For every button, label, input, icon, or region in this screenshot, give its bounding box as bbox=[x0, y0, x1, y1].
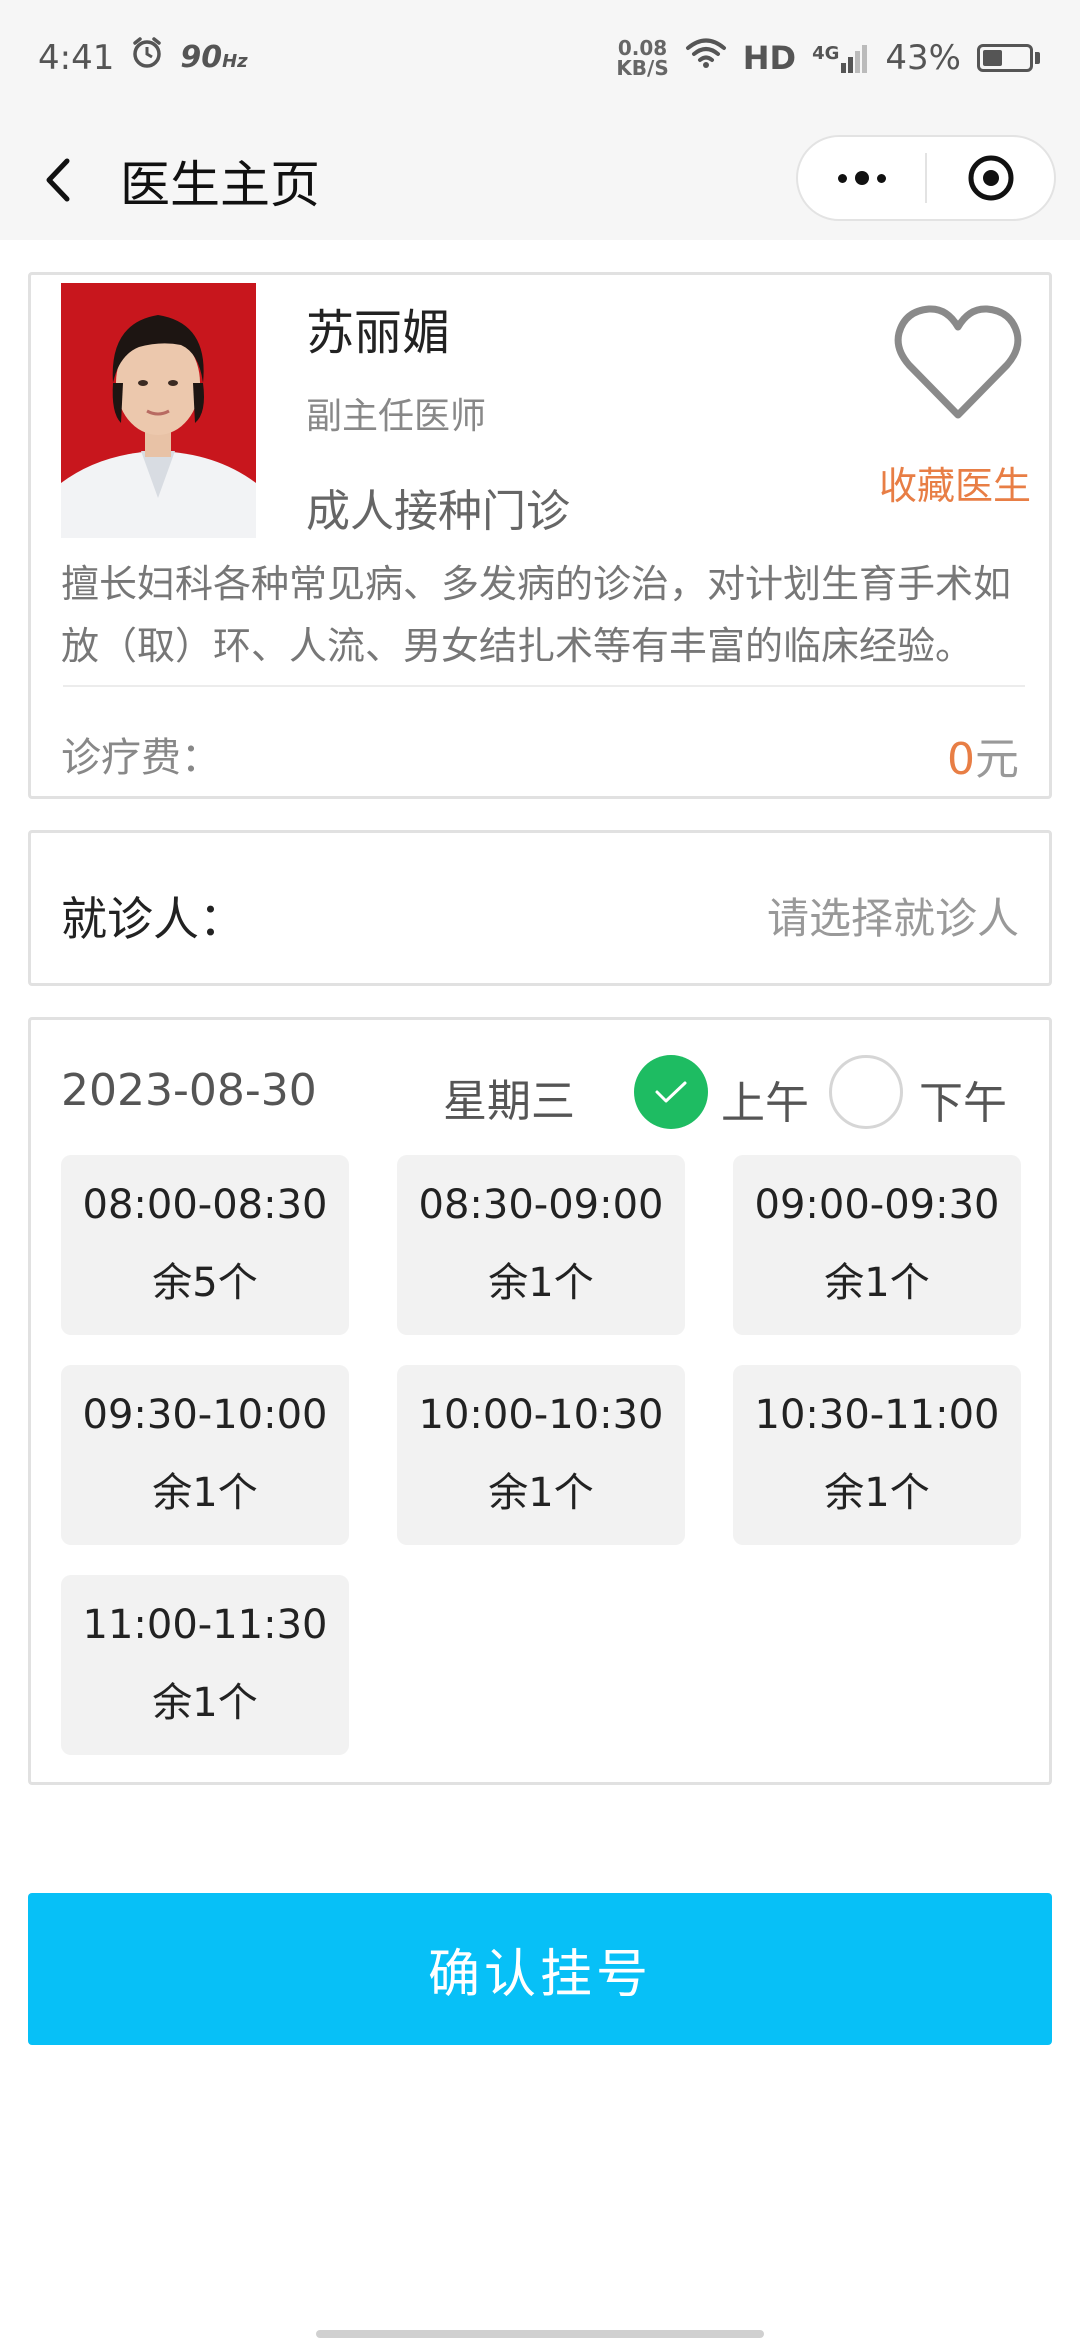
status-bar: 4:41 90Hz 0.08 KB/S HD 4G 43% bbox=[0, 0, 1080, 115]
fee-label: 诊疗费： bbox=[61, 735, 221, 781]
signal-icon bbox=[841, 44, 868, 73]
time-slot[interactable]: 08:30-09:00 余1个 bbox=[397, 1155, 685, 1335]
check-icon bbox=[655, 1081, 687, 1103]
chevron-left-icon bbox=[46, 158, 70, 202]
slot-remaining: 余1个 bbox=[824, 1470, 930, 1516]
schedule-weekday: 星期三 bbox=[443, 1076, 575, 1127]
wifi-icon bbox=[685, 37, 727, 78]
favorite-label[interactable]: 收藏医生 bbox=[879, 455, 1031, 510]
doctor-photo bbox=[61, 283, 256, 538]
doctor-description: 擅长妇科各种常见病、多发病的诊治，对计划生育手术如放（取）环、人流、男女结扎术等… bbox=[61, 562, 1012, 668]
slot-time: 08:30-09:00 bbox=[418, 1182, 664, 1228]
slot-time: 09:30-10:00 bbox=[82, 1392, 328, 1438]
hd-indicator: HD bbox=[742, 38, 797, 77]
more-button[interactable] bbox=[798, 137, 925, 219]
time-slot[interactable]: 10:30-11:00 余1个 bbox=[733, 1365, 1021, 1545]
favorite-button[interactable] bbox=[893, 303, 1023, 423]
home-indicator[interactable] bbox=[316, 2330, 764, 2338]
schedule-date: 2023-08-30 bbox=[61, 1065, 317, 1116]
schedule-card: 2023-08-30 星期三 上午 下午 08:00-08:30 余5个 08:… bbox=[28, 1017, 1052, 1785]
slot-remaining: 余1个 bbox=[152, 1470, 258, 1516]
doctor-department: 成人接种门诊 bbox=[306, 486, 570, 537]
close-miniprogram-button[interactable] bbox=[927, 137, 1054, 219]
fee-value: 0元 bbox=[947, 734, 1019, 785]
slot-time: 09:00-09:30 bbox=[754, 1182, 1000, 1228]
page-title: 医生主页 bbox=[120, 156, 320, 214]
slot-remaining: 余5个 bbox=[152, 1260, 258, 1306]
am-label[interactable]: 上午 bbox=[721, 1067, 809, 1131]
time-slot[interactable]: 09:30-10:00 余1个 bbox=[61, 1365, 349, 1545]
patient-label: 就诊人： bbox=[61, 892, 245, 946]
heart-icon bbox=[894, 305, 1022, 419]
time-slot[interactable]: 08:00-08:30 余5个 bbox=[61, 1155, 349, 1335]
doctor-name: 苏丽媚 bbox=[306, 305, 451, 361]
battery-icon bbox=[977, 43, 1040, 72]
more-icon bbox=[837, 171, 886, 185]
time-slot[interactable]: 11:00-11:30 余1个 bbox=[61, 1575, 349, 1755]
confirm-registration-button[interactable]: 确认挂号 bbox=[28, 1893, 1052, 2045]
patient-selector[interactable]: 就诊人： 请选择就诊人 bbox=[28, 830, 1052, 986]
network-speed: 0.08 KB/S bbox=[616, 35, 669, 80]
slot-remaining: 余1个 bbox=[488, 1470, 594, 1516]
mini-program-capsule bbox=[796, 135, 1056, 221]
patient-placeholder[interactable]: 请选择就诊人 bbox=[767, 885, 1019, 946]
battery-percent: 43% bbox=[885, 37, 961, 78]
alarm-icon bbox=[130, 36, 164, 79]
status-time: 4:41 bbox=[38, 37, 115, 78]
slot-time: 11:00-11:30 bbox=[82, 1602, 328, 1648]
slot-remaining: 余1个 bbox=[488, 1260, 594, 1306]
pm-label[interactable]: 下午 bbox=[919, 1067, 1007, 1131]
am-radio[interactable] bbox=[634, 1055, 708, 1129]
slot-remaining: 余1个 bbox=[824, 1260, 930, 1306]
signal-indicator: 4G bbox=[812, 43, 869, 73]
target-icon bbox=[968, 155, 1013, 201]
divider bbox=[63, 685, 1025, 687]
slot-time: 10:30-11:00 bbox=[754, 1392, 1000, 1438]
slot-time: 08:00-08:30 bbox=[82, 1182, 328, 1228]
status-left: 4:41 90Hz bbox=[38, 36, 248, 79]
back-button[interactable] bbox=[38, 155, 78, 205]
doctor-title: 副主任医师 bbox=[306, 396, 487, 437]
refresh-rate: 90Hz bbox=[180, 40, 248, 75]
status-right: 0.08 KB/S HD 4G 43% bbox=[616, 37, 1040, 78]
slot-time: 10:00-10:30 bbox=[418, 1392, 664, 1438]
pm-radio[interactable] bbox=[829, 1055, 903, 1129]
nav-bar: 医生主页 bbox=[0, 115, 1080, 240]
slot-remaining: 余1个 bbox=[152, 1680, 258, 1726]
time-slot[interactable]: 10:00-10:30 余1个 bbox=[397, 1365, 685, 1545]
time-slot[interactable]: 09:00-09:30 余1个 bbox=[733, 1155, 1021, 1335]
doctor-card: 苏丽媚 副主任医师 成人接种门诊 收藏医生 擅长妇科各种常见病、多发病的诊治，对… bbox=[28, 272, 1052, 799]
